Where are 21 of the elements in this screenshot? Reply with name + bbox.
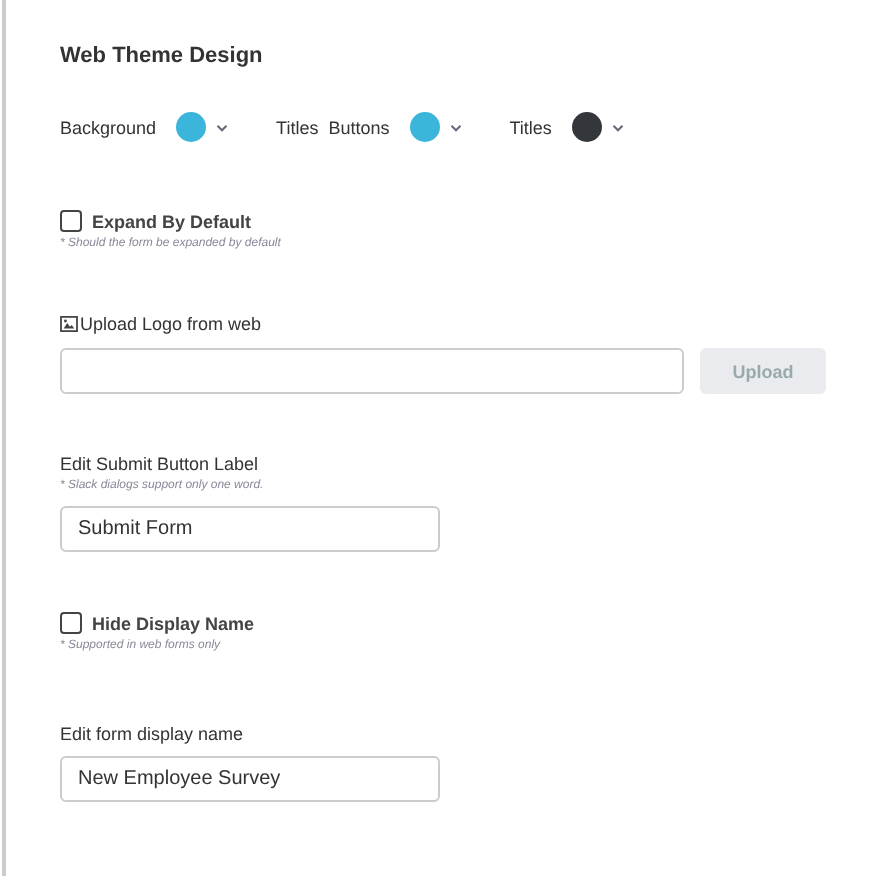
field-label: Upload Logo from web (80, 314, 262, 334)
input-field[interactable]: New Employee Survey (60, 756, 440, 802)
url-input-field[interactable] (60, 348, 684, 394)
color-swatch[interactable] (176, 112, 207, 142)
color-label: Titles Buttons (276, 117, 390, 137)
checkbox-label: Expand By Default (92, 211, 252, 231)
checkbox-label: Hide Display Name (92, 613, 255, 633)
color-label: Background (60, 117, 157, 137)
input-field[interactable]: Submit Form (60, 506, 440, 552)
checkbox[interactable] (60, 210, 82, 232)
field-label: Edit form display name (60, 724, 246, 744)
section-title: Web Theme Design (60, 44, 265, 68)
image-icon (60, 316, 78, 332)
color-swatch[interactable] (409, 112, 440, 142)
color-label: Titles (509, 117, 552, 137)
chevron-down-icon[interactable] (216, 123, 229, 131)
chevron-down-icon[interactable] (611, 123, 624, 131)
chevron-down-icon[interactable] (449, 123, 462, 131)
field-label: Edit Submit Button Label (60, 454, 261, 474)
color-swatch[interactable] (571, 112, 602, 142)
checkbox[interactable] (60, 612, 82, 634)
